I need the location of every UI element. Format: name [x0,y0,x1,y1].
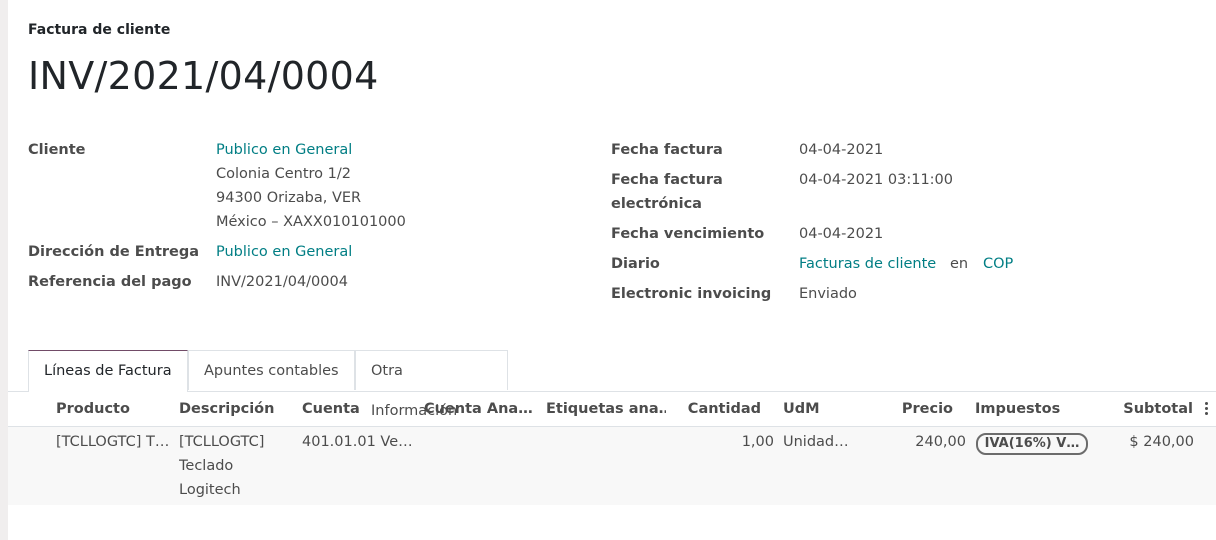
address-line-3: México – XAXX010101000 [216,214,406,230]
cell-cuenta[interactable]: 401.01.01 Ve… [302,430,414,454]
cell-descripcion-line1[interactable]: [TCLLOGTC] [179,430,289,454]
fecha-electronica-value: 04-04-2021 03:11:00 [799,172,953,188]
cell-subtotal: $ 240,00 [1129,434,1194,450]
invoice-lines-header: Producto Descripción Cuenta Cuenta Ana… … [8,392,1216,427]
currency-link[interactable]: COP [983,252,1013,276]
tab-lineas-factura[interactable]: Líneas de Factura [28,350,188,392]
cell-udm[interactable]: Unidad… [783,430,863,454]
column-producto[interactable]: Producto [56,392,166,426]
direccion-entrega-link[interactable]: Publico en General [216,240,352,264]
column-precio[interactable]: Precio [868,392,953,426]
cell-cantidad[interactable]: 1,00 [668,430,774,454]
electronic-invoicing-label: Electronic invoicing [611,286,772,302]
referencia-pago-label: Referencia del pago [28,274,192,290]
invoice-form-sheet: Factura de cliente INV/2021/04/0004 Clie… [8,0,1216,540]
tab-apuntes-contables[interactable]: Apuntes contables [188,350,355,390]
column-cuenta-analitica[interactable]: Cuenta Ana… [424,392,536,426]
kebab-vertical-icon[interactable] [1199,401,1213,417]
diario-en-text: en [950,256,969,272]
notebook-tabs: Líneas de Factura Apuntes contables Otra… [8,350,1216,419]
fecha-vencimiento-label: Fecha vencimiento [611,226,765,242]
column-impuestos[interactable]: Impuestos [975,392,1085,426]
diario-label: Diario [611,256,660,272]
tab-otra-informacion[interactable]: Otra Información [355,350,508,419]
column-cuenta[interactable]: Cuenta [302,392,412,426]
fecha-electronica-label-line1: Fecha factura [611,172,723,188]
address-line-2: 94300 Orizaba, VER [216,190,362,206]
column-etiquetas-analiticas[interactable]: Etiquetas ana… [546,392,666,426]
fecha-factura-label: Fecha factura [611,142,723,158]
address-line-1: Colonia Centro 1/2 [216,166,351,182]
cell-producto[interactable]: [TCLLOGTC] T… [56,430,171,454]
cell-precio[interactable]: 240,00 [868,430,966,454]
cliente-link[interactable]: Publico en General [216,138,352,162]
direccion-entrega-label: Dirección de Entrega [28,244,200,260]
column-udm[interactable]: UdM [783,392,863,426]
cell-descripcion-line3: Logitech [179,482,241,498]
cliente-label: Cliente [28,142,86,158]
column-subtotal[interactable]: Subtotal [1098,392,1193,426]
fecha-factura-value[interactable]: 04-04-2021 [799,138,883,162]
document-type-label: Factura de cliente [28,22,171,38]
invoice-number-title: INV/2021/04/0004 [28,54,379,98]
diario-link[interactable]: Facturas de cliente [799,252,936,276]
cell-descripcion-line2: Teclado [179,458,234,474]
tax-badge[interactable]: IVA(16%) V… [976,433,1088,455]
fecha-electronica-label-line2: electrónica [611,196,702,212]
referencia-pago-value[interactable]: INV/2021/04/0004 [216,270,348,294]
column-cantidad[interactable]: Cantidad [668,392,761,426]
column-descripcion[interactable]: Descripción [179,392,289,426]
fecha-vencimiento-value[interactable]: 04-04-2021 [799,222,883,246]
electronic-invoicing-value: Enviado [799,286,857,302]
